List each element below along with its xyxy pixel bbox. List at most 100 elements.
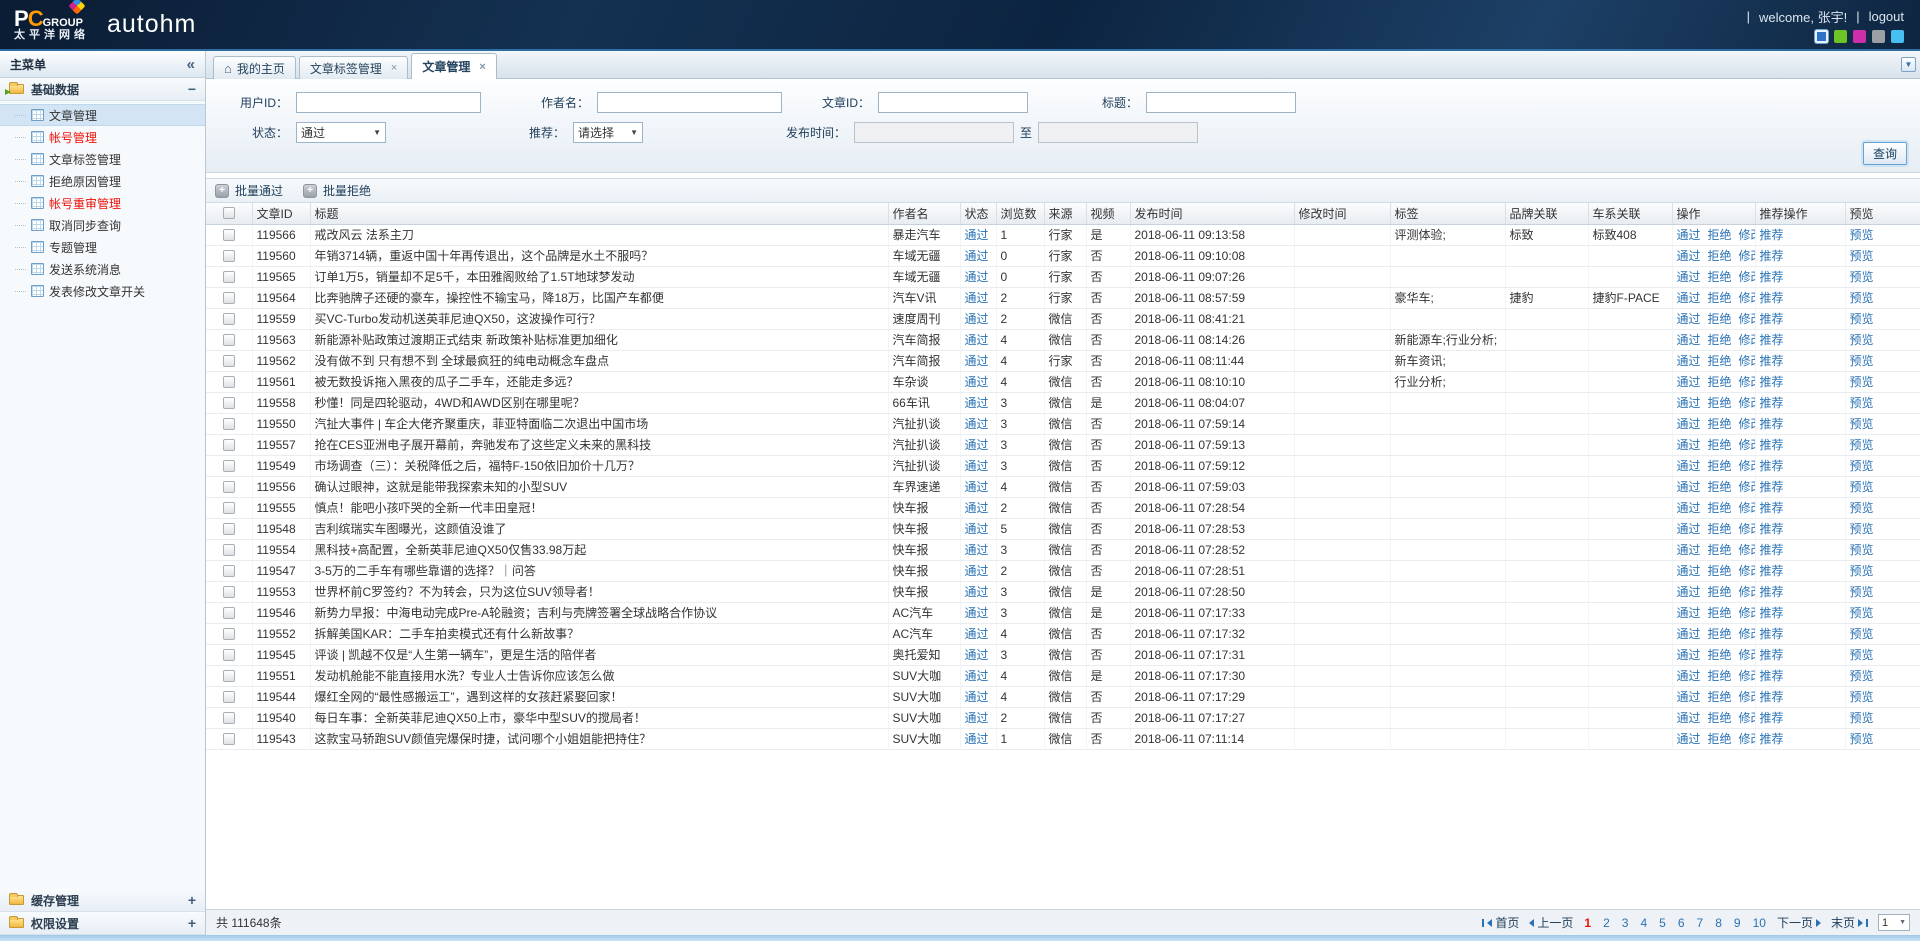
sidebar-item[interactable]: 帐号管理 bbox=[0, 126, 205, 148]
approve-link[interactable]: 通过 bbox=[1677, 690, 1701, 704]
sidebar-item[interactable]: 文章标签管理 bbox=[0, 148, 205, 170]
preview-link[interactable]: 预览 bbox=[1850, 522, 1874, 536]
preview-link[interactable]: 预览 bbox=[1850, 627, 1874, 641]
edit-link[interactable]: 修改 bbox=[1739, 522, 1755, 536]
page-number-4[interactable]: 4 bbox=[1639, 916, 1648, 930]
sidebar-item[interactable]: 专题管理 bbox=[0, 236, 205, 258]
edit-link[interactable]: 修改 bbox=[1739, 459, 1755, 473]
approve-link[interactable]: 通过 bbox=[1677, 228, 1701, 242]
approve-link[interactable]: 通过 bbox=[1677, 648, 1701, 662]
reject-link[interactable]: 拒绝 bbox=[1708, 690, 1732, 704]
edit-link[interactable]: 修改 bbox=[1739, 669, 1755, 683]
page-number-6[interactable]: 6 bbox=[1677, 916, 1686, 930]
edit-link[interactable]: 修改 bbox=[1739, 690, 1755, 704]
recommend-link[interactable]: 推荐 bbox=[1760, 333, 1784, 347]
approve-link[interactable]: 通过 bbox=[1677, 354, 1701, 368]
reject-link[interactable]: 拒绝 bbox=[1708, 354, 1732, 368]
tab-close-icon[interactable]: × bbox=[391, 62, 397, 74]
sidebar-item[interactable]: 文章管理 bbox=[0, 104, 205, 126]
preview-link[interactable]: 预览 bbox=[1850, 669, 1874, 683]
logout-link[interactable]: logout bbox=[1869, 9, 1904, 24]
edit-link[interactable]: 修改 bbox=[1739, 711, 1755, 725]
recommend-link[interactable]: 推荐 bbox=[1760, 291, 1784, 305]
edit-link[interactable]: 修改 bbox=[1739, 312, 1755, 326]
row-checkbox[interactable] bbox=[223, 691, 235, 703]
reject-link[interactable]: 拒绝 bbox=[1708, 228, 1732, 242]
row-checkbox[interactable] bbox=[223, 250, 235, 262]
page-number-10[interactable]: 10 bbox=[1752, 916, 1767, 930]
expand-plus-icon[interactable]: + bbox=[188, 916, 196, 930]
recommend-link[interactable]: 推荐 bbox=[1760, 312, 1784, 326]
approve-link[interactable]: 通过 bbox=[1677, 459, 1701, 473]
tab-item[interactable]: 文章标签管理× bbox=[299, 56, 408, 79]
reject-link[interactable]: 拒绝 bbox=[1708, 564, 1732, 578]
approve-link[interactable]: 通过 bbox=[1677, 312, 1701, 326]
edit-link[interactable]: 修改 bbox=[1739, 585, 1755, 599]
recommend-link[interactable]: 推荐 bbox=[1760, 627, 1784, 641]
recommend-link[interactable]: 推荐 bbox=[1760, 669, 1784, 683]
reject-link[interactable]: 拒绝 bbox=[1708, 732, 1732, 746]
approve-link[interactable]: 通过 bbox=[1677, 249, 1701, 263]
sidebar-panel[interactable]: 权限设置+ bbox=[0, 912, 205, 935]
batch-reject-button[interactable]: + 批量拒绝 bbox=[303, 182, 371, 199]
recommend-link[interactable]: 推荐 bbox=[1760, 375, 1784, 389]
reject-link[interactable]: 拒绝 bbox=[1708, 606, 1732, 620]
reject-link[interactable]: 拒绝 bbox=[1708, 459, 1732, 473]
theme-swatch-blue[interactable] bbox=[1815, 30, 1828, 43]
recommend-link[interactable]: 推荐 bbox=[1760, 543, 1784, 557]
edit-link[interactable]: 修改 bbox=[1739, 249, 1755, 263]
page-number-7[interactable]: 7 bbox=[1696, 916, 1705, 930]
edit-link[interactable]: 修改 bbox=[1739, 501, 1755, 515]
sidebar-item[interactable]: 拒绝原因管理 bbox=[0, 170, 205, 192]
recommend-link[interactable]: 推荐 bbox=[1760, 459, 1784, 473]
recommend-link[interactable]: 推荐 bbox=[1760, 522, 1784, 536]
edit-link[interactable]: 修改 bbox=[1739, 375, 1755, 389]
preview-link[interactable]: 预览 bbox=[1850, 333, 1874, 347]
reject-link[interactable]: 拒绝 bbox=[1708, 291, 1732, 305]
last-page-button[interactable]: 末页 bbox=[1831, 914, 1868, 931]
publish-end-input[interactable] bbox=[1038, 122, 1198, 143]
page-number-1[interactable]: 1 bbox=[1583, 916, 1592, 930]
edit-link[interactable]: 修改 bbox=[1739, 480, 1755, 494]
batch-approve-button[interactable]: + 批量通过 bbox=[215, 182, 283, 199]
recommend-link[interactable]: 推荐 bbox=[1760, 690, 1784, 704]
sidebar-item[interactable]: 取消同步查询 bbox=[0, 214, 205, 236]
theme-swatch-gray[interactable] bbox=[1872, 30, 1885, 43]
approve-link[interactable]: 通过 bbox=[1677, 438, 1701, 452]
tab-item[interactable]: ⌂我的主页 bbox=[213, 56, 296, 79]
preview-link[interactable]: 预览 bbox=[1850, 291, 1874, 305]
recommend-select[interactable]: 请选择 ▼ bbox=[573, 122, 643, 143]
edit-link[interactable]: 修改 bbox=[1739, 732, 1755, 746]
approve-link[interactable]: 通过 bbox=[1677, 291, 1701, 305]
approve-link[interactable]: 通过 bbox=[1677, 270, 1701, 284]
recommend-link[interactable]: 推荐 bbox=[1760, 480, 1784, 494]
first-page-button[interactable]: 首页 bbox=[1482, 914, 1519, 931]
theme-swatch-green[interactable] bbox=[1834, 30, 1847, 43]
row-checkbox[interactable] bbox=[223, 544, 235, 556]
edit-link[interactable]: 修改 bbox=[1739, 438, 1755, 452]
row-checkbox[interactable] bbox=[223, 376, 235, 388]
row-checkbox[interactable] bbox=[223, 481, 235, 493]
preview-link[interactable]: 预览 bbox=[1850, 585, 1874, 599]
row-checkbox[interactable] bbox=[223, 271, 235, 283]
approve-link[interactable]: 通过 bbox=[1677, 480, 1701, 494]
page-number-8[interactable]: 8 bbox=[1714, 916, 1723, 930]
recommend-link[interactable]: 推荐 bbox=[1760, 501, 1784, 515]
reject-link[interactable]: 拒绝 bbox=[1708, 270, 1732, 284]
row-checkbox[interactable] bbox=[223, 397, 235, 409]
approve-link[interactable]: 通过 bbox=[1677, 585, 1701, 599]
recommend-link[interactable]: 推荐 bbox=[1760, 270, 1784, 284]
preview-link[interactable]: 预览 bbox=[1850, 312, 1874, 326]
collapse-minus-icon[interactable]: − bbox=[188, 82, 196, 96]
preview-link[interactable]: 预览 bbox=[1850, 438, 1874, 452]
approve-link[interactable]: 通过 bbox=[1677, 711, 1701, 725]
recommend-link[interactable]: 推荐 bbox=[1760, 249, 1784, 263]
row-checkbox[interactable] bbox=[223, 292, 235, 304]
preview-link[interactable]: 预览 bbox=[1850, 711, 1874, 725]
edit-link[interactable]: 修改 bbox=[1739, 417, 1755, 431]
row-checkbox[interactable] bbox=[223, 355, 235, 367]
recommend-link[interactable]: 推荐 bbox=[1760, 228, 1784, 242]
approve-link[interactable]: 通过 bbox=[1677, 543, 1701, 557]
sidebar-item[interactable]: 发送系统消息 bbox=[0, 258, 205, 280]
row-checkbox[interactable] bbox=[223, 607, 235, 619]
